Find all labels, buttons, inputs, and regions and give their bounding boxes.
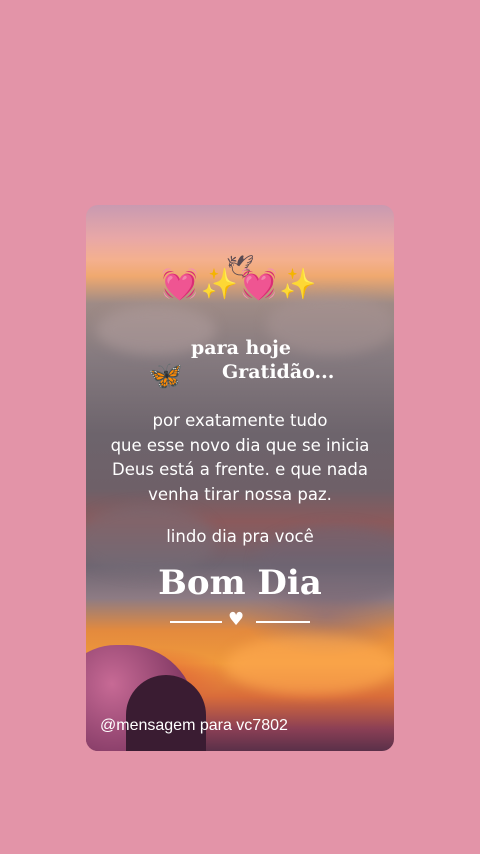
post-card: 🕊 💓✨💓✨ para hoje 🦋 Gratidão... por exata… [86, 205, 394, 751]
message-line: por exatamente tudo [152, 411, 328, 430]
airplane-engine-intake [126, 675, 206, 751]
watermark-handle: @mensagem para vc7802 [100, 717, 288, 734]
closing-text: lindo dia pra você [166, 527, 314, 546]
message-text: por exatamente tudo que esse novo dia qu… [86, 409, 394, 507]
message-line: que esse novo dia que se inicia [110, 435, 370, 455]
butterfly-icon: 🦋 [148, 359, 183, 392]
emoji-line: 💓✨💓✨ [161, 267, 319, 302]
title-line-2: Gratidão... [222, 361, 335, 383]
heart-icon: ♥ [228, 609, 245, 630]
divider-line [256, 621, 310, 623]
divider-line [170, 621, 222, 623]
message-line: venha tirar nossa paz. [148, 484, 332, 504]
headline: Bom Dia [158, 563, 322, 603]
decorative-divider: ♥ [170, 609, 310, 630]
cloud-shape [226, 635, 394, 695]
title-line-1: para hoje [191, 337, 291, 359]
message-line: Deus está a frente. e que nada [112, 460, 368, 479]
